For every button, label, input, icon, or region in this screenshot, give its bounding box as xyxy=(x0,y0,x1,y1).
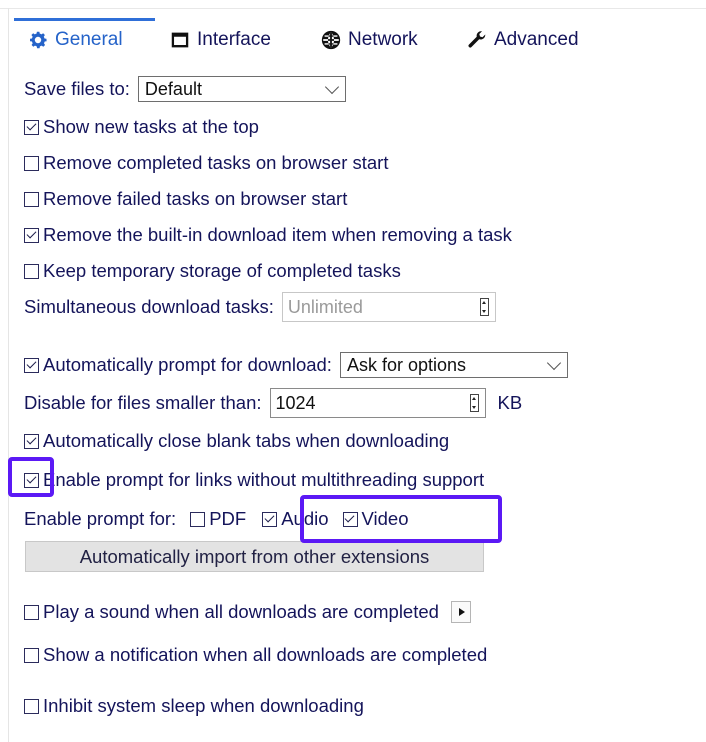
enable-prompt-links-row[interactable]: Enable prompt for links without multithr… xyxy=(24,465,484,495)
remove-failed-row[interactable]: Remove failed tasks on browser start xyxy=(24,184,347,214)
video-checkbox[interactable] xyxy=(342,511,358,527)
play-icon[interactable] xyxy=(450,601,471,623)
import-extensions-button[interactable]: Automatically import from other extensio… xyxy=(25,541,484,572)
save-files-label: Save files to: xyxy=(24,78,130,99)
gear-icon xyxy=(27,29,49,51)
play-sound-label: Play a sound when all downloads are comp… xyxy=(43,601,439,622)
remove-completed-row[interactable]: Remove completed tasks on browser start xyxy=(24,148,388,178)
tab-network[interactable]: Network xyxy=(320,18,418,62)
pdf-label: PDF xyxy=(209,508,247,529)
show-new-tasks-row[interactable]: Show new tasks at the top xyxy=(24,112,259,142)
auto-prompt-label: Automatically prompt for download: xyxy=(43,354,332,375)
simultaneous-stepper[interactable]: Unlimited xyxy=(281,292,496,322)
left-divider xyxy=(8,8,9,742)
remove-builtin-row[interactable]: Remove the built-in download item when r… xyxy=(24,220,512,250)
tab-bar: General Interface Network Advanced xyxy=(14,18,694,62)
inhibit-sleep-label: Inhibit system sleep when downloading xyxy=(43,695,364,716)
auto-close-checkbox[interactable] xyxy=(24,433,39,449)
keep-temp-row[interactable]: Keep temporary storage of completed task… xyxy=(24,256,401,286)
video-label: Video xyxy=(361,508,409,529)
show-notification-row[interactable]: Show a notification when all downloads a… xyxy=(24,640,487,670)
auto-close-row[interactable]: Automatically close blank tabs when down… xyxy=(24,426,449,456)
remove-completed-checkbox[interactable] xyxy=(24,155,39,171)
remove-builtin-checkbox[interactable] xyxy=(24,227,39,243)
disable-smaller-row: Disable for files smaller than: 1024 KB xyxy=(24,388,522,418)
simultaneous-row: Simultaneous download tasks: Unlimited xyxy=(24,292,496,322)
inhibit-sleep-row[interactable]: Inhibit system sleep when downloading xyxy=(24,691,364,721)
enable-prompt-for-label: Enable prompt for: xyxy=(24,508,177,529)
disable-smaller-label: Disable for files smaller than: xyxy=(24,392,262,413)
save-location-select[interactable]: Default xyxy=(137,76,346,102)
keep-temp-checkbox[interactable] xyxy=(24,263,39,279)
inhibit-sleep-checkbox[interactable] xyxy=(24,698,39,714)
tab-network-label: Network xyxy=(348,29,418,50)
remove-builtin-label: Remove the built-in download item when r… xyxy=(43,224,512,245)
tab-interface[interactable]: Interface xyxy=(169,18,271,62)
top-divider xyxy=(0,8,706,9)
remove-failed-label: Remove failed tasks on browser start xyxy=(43,188,348,209)
keep-temp-label: Keep temporary storage of completed task… xyxy=(43,260,401,281)
play-sound-checkbox[interactable] xyxy=(24,604,39,620)
pdf-checkbox[interactable] xyxy=(190,511,206,527)
show-notification-checkbox[interactable] xyxy=(24,647,39,663)
show-new-tasks-checkbox[interactable] xyxy=(24,119,39,135)
auto-close-label: Automatically close blank tabs when down… xyxy=(43,430,450,451)
tab-advanced[interactable]: Advanced xyxy=(466,18,579,62)
wrench-icon xyxy=(466,29,488,51)
min-size-stepper[interactable]: 1024 xyxy=(269,388,486,418)
show-new-tasks-label: Show new tasks at the top xyxy=(43,116,259,137)
stepper-arrows-icon[interactable] xyxy=(479,298,489,316)
tab-interface-label: Interface xyxy=(197,29,271,50)
stepper-arrows-icon[interactable] xyxy=(469,394,479,412)
audio-checkbox[interactable] xyxy=(262,511,278,527)
simultaneous-value: Unlimited xyxy=(287,296,363,317)
auto-prompt-checkbox[interactable] xyxy=(24,357,39,373)
tab-advanced-label: Advanced xyxy=(494,29,579,50)
audio-label: Audio xyxy=(281,508,329,529)
chevron-down-icon xyxy=(546,355,562,370)
auto-prompt-select[interactable]: Ask for options xyxy=(339,352,568,378)
size-unit-label: KB xyxy=(497,392,523,413)
chevron-down-icon xyxy=(324,79,339,94)
tab-general-label: General xyxy=(55,29,123,50)
tab-general[interactable]: General xyxy=(27,18,123,62)
enable-prompt-links-checkbox[interactable] xyxy=(24,472,39,488)
play-sound-row[interactable]: Play a sound when all downloads are comp… xyxy=(24,597,471,627)
save-files-row: Save files to: Default xyxy=(24,74,346,104)
globe-icon xyxy=(320,29,342,51)
save-location-value: Default xyxy=(144,78,202,99)
show-notification-label: Show a notification when all downloads a… xyxy=(43,644,488,665)
settings-panel: General Interface Network Advanced Save … xyxy=(0,0,706,742)
window-icon xyxy=(169,29,191,51)
auto-prompt-value: Ask for options xyxy=(346,354,467,375)
simultaneous-label: Simultaneous download tasks: xyxy=(24,296,274,317)
remove-completed-label: Remove completed tasks on browser start xyxy=(43,152,389,173)
remove-failed-checkbox[interactable] xyxy=(24,191,39,207)
auto-prompt-row: Automatically prompt for download: Ask f… xyxy=(24,350,568,380)
min-size-value: 1024 xyxy=(275,392,316,413)
enable-prompt-for-row: Enable prompt for: PDF Audio Video xyxy=(24,504,409,534)
enable-prompt-links-label: Enable prompt for links without multithr… xyxy=(43,469,485,490)
